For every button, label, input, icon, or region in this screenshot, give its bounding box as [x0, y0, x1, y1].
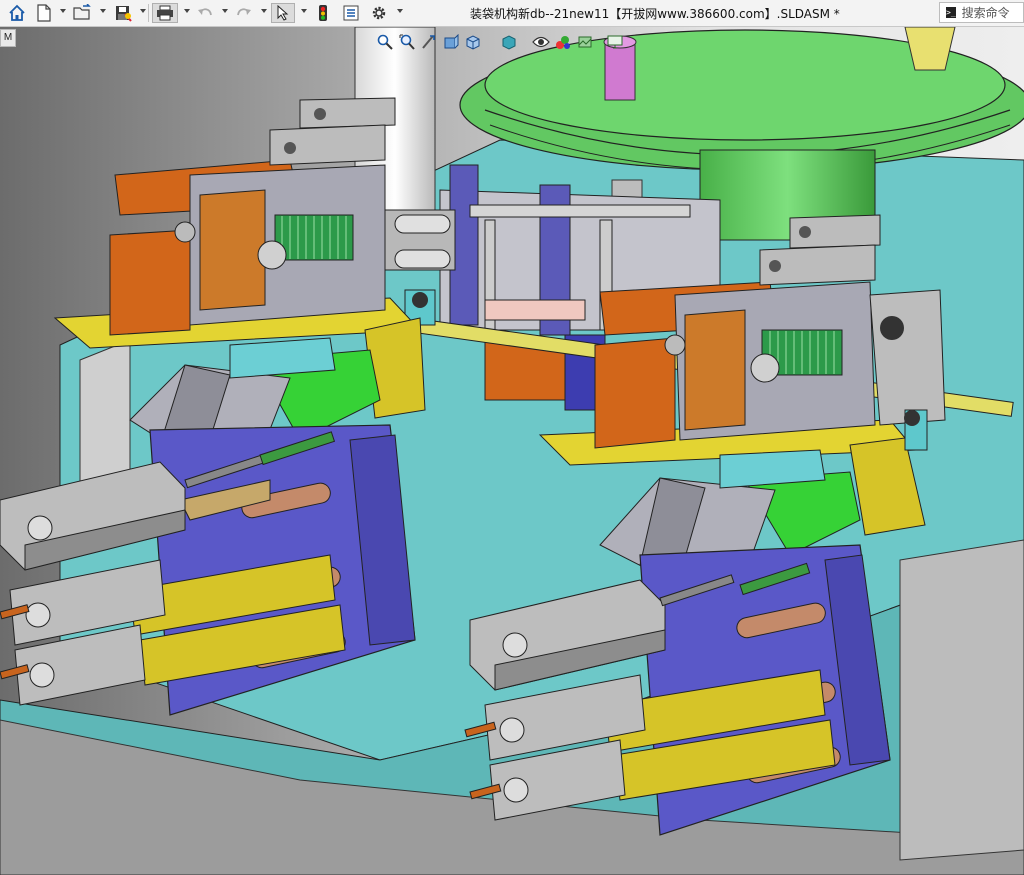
- redo-button[interactable]: [234, 3, 254, 23]
- undo-icon: [198, 8, 212, 16]
- home-icon: [9, 4, 25, 21]
- previous-view-button[interactable]: [420, 33, 438, 51]
- right-frame-panel: [899, 539, 1024, 861]
- left-frame-panel: [79, 339, 131, 491]
- left-orange-guide: [109, 229, 191, 336]
- title-bar: 装袋机构新db--21new11【开拔网www.386600.com】.SLDA…: [0, 0, 1024, 27]
- graphics-viewport[interactable]: [0, 27, 1024, 875]
- section-view-icon: [444, 34, 459, 49]
- view-orientation-icon: [466, 35, 480, 50]
- apply-scene-icon: [578, 36, 592, 48]
- options-gear-icon: [372, 6, 386, 20]
- select-dropdown[interactable]: [301, 9, 307, 13]
- heads-up-view-toolbar: [376, 31, 624, 53]
- zoom-to-fit-icon: [377, 34, 393, 50]
- undo-button[interactable]: [195, 3, 215, 23]
- options-button[interactable]: [369, 3, 389, 23]
- edit-appearance-button[interactable]: [554, 33, 572, 51]
- display-style-button[interactable]: [500, 33, 518, 51]
- rebuild-button[interactable]: [313, 3, 333, 23]
- save-icon: [116, 6, 132, 22]
- new-file-button[interactable]: [34, 3, 54, 23]
- redo-dropdown[interactable]: [261, 9, 267, 13]
- search-commands-box[interactable]: >_: [939, 2, 1024, 23]
- zoom-to-fit-button[interactable]: [376, 33, 394, 51]
- save-dropdown[interactable]: [140, 9, 146, 13]
- previous-view-icon: [422, 35, 435, 49]
- print-icon: [157, 5, 173, 21]
- search-commands-input[interactable]: [961, 5, 1024, 20]
- zoom-to-area-icon: [399, 34, 415, 50]
- open-file-icon: [73, 4, 91, 20]
- apply-scene-button[interactable]: [576, 33, 594, 51]
- open-file-dropdown[interactable]: [100, 9, 106, 13]
- print-dropdown[interactable]: [184, 9, 190, 13]
- pink-slide: [484, 299, 586, 321]
- home-button[interactable]: [6, 3, 28, 23]
- new-file-icon: [37, 4, 51, 22]
- edit-appearance-icon: [556, 36, 570, 49]
- undo-dropdown[interactable]: [222, 9, 228, 13]
- assembly-model-view: [0, 27, 1024, 875]
- new-file-dropdown[interactable]: [60, 9, 66, 13]
- save-button[interactable]: [112, 3, 134, 23]
- document-title: 装袋机构新db--21new11【开拔网www.386600.com】.SLDA…: [470, 7, 840, 21]
- file-properties-icon: [343, 5, 359, 21]
- hide-show-items-button[interactable]: [532, 33, 550, 51]
- feature-manager-tab[interactable]: M: [0, 29, 16, 47]
- hide-show-items-icon: [532, 36, 550, 48]
- section-view-button[interactable]: [442, 33, 460, 51]
- options-dropdown[interactable]: [397, 9, 403, 13]
- zoom-to-area-button[interactable]: [398, 33, 416, 51]
- rebuild-traffic-light-icon: [319, 5, 327, 21]
- file-properties-button[interactable]: [340, 3, 362, 23]
- open-file-button[interactable]: [72, 3, 94, 23]
- toolbar-separator: [148, 4, 149, 22]
- view-settings-button[interactable]: [606, 33, 624, 51]
- select-button[interactable]: [271, 3, 295, 23]
- right-orange-guide: [594, 337, 676, 449]
- view-orientation-button[interactable]: [464, 33, 482, 51]
- view-settings-icon: [607, 35, 623, 49]
- select-arrow-icon: [277, 5, 289, 21]
- redo-icon: [237, 8, 251, 16]
- command-prompt-icon: >_: [946, 7, 956, 18]
- display-style-icon: [502, 35, 516, 50]
- print-button[interactable]: [152, 3, 178, 23]
